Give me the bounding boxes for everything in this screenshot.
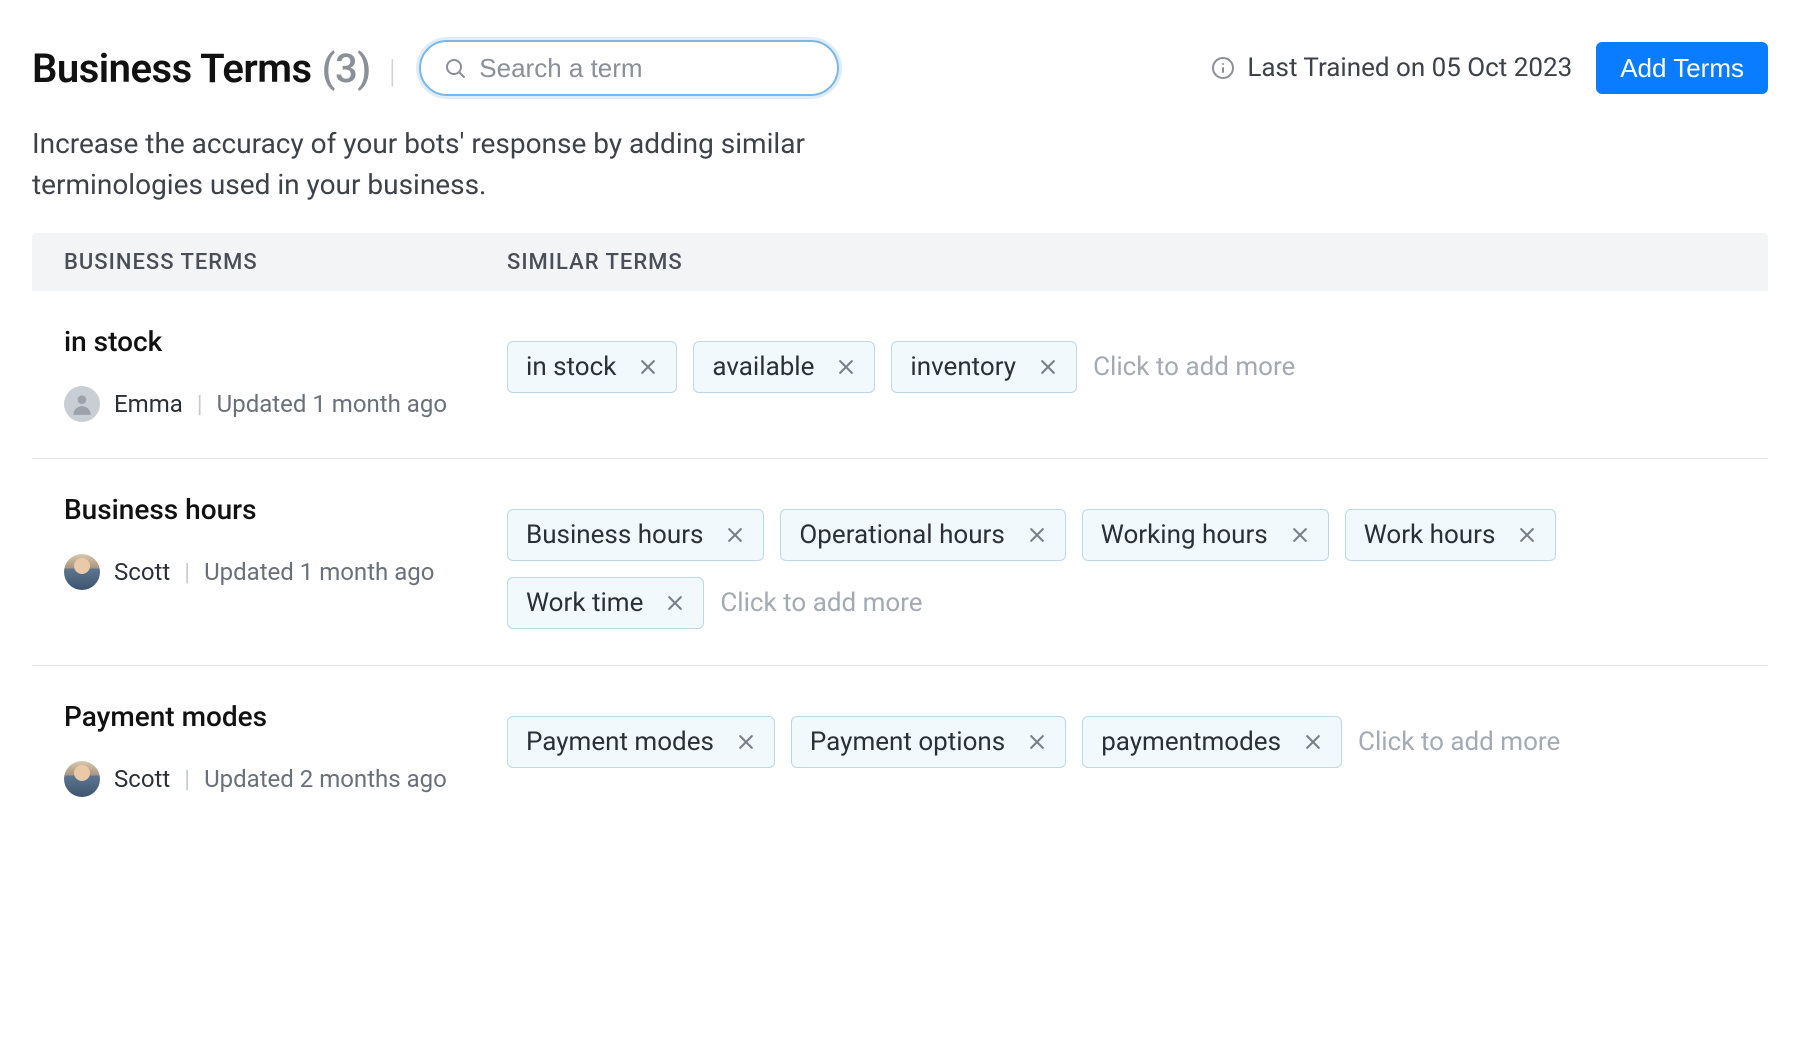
terms-list: in stockEmma|Updated 1 month agoin stock… <box>32 291 1768 833</box>
add-more-placeholder[interactable]: Click to add more <box>1358 727 1560 757</box>
close-icon[interactable] <box>1038 357 1058 377</box>
user-icon <box>69 391 95 417</box>
page-title-count: (3) <box>322 45 371 92</box>
meta-separator: | <box>184 765 190 793</box>
close-icon[interactable] <box>725 525 745 545</box>
last-trained-text: Last Trained on 05 Oct 2023 <box>1247 53 1572 83</box>
term-name: in stock <box>64 325 507 358</box>
term-tag-label: Payment options <box>810 727 1005 757</box>
search-input[interactable] <box>479 53 815 84</box>
table-header: BUSINESS TERMS SIMILAR TERMS <box>32 233 1768 291</box>
term-tag[interactable]: Business hours <box>507 509 764 561</box>
similar-terms-cell: Payment modes Payment options paymentmodes… <box>507 700 1768 768</box>
column-similar-terms: SIMILAR TERMS <box>507 250 1768 275</box>
term-tag-label: Payment modes <box>526 727 714 757</box>
close-icon[interactable] <box>1517 525 1537 545</box>
close-icon[interactable] <box>665 593 685 613</box>
avatar <box>64 386 100 422</box>
term-tag[interactable]: inventory <box>891 341 1077 393</box>
page-header: Business Terms (3) | Last Trained on 05 … <box>32 40 1768 96</box>
term-tag[interactable]: paymentmodes <box>1082 716 1342 768</box>
term-name: Payment modes <box>64 700 507 733</box>
page-title: Business Terms (3) | <box>32 45 395 92</box>
page-title-text: Business Terms <box>32 45 312 92</box>
term-tag-label: Work time <box>526 588 643 618</box>
close-icon[interactable] <box>1027 525 1047 545</box>
updated-label: Updated 2 months ago <box>204 765 447 793</box>
term-cell: Payment modes Scott | Updated 2 months ago <box>32 700 507 797</box>
table-row: Business hoursScott|Updated 1 month agoB… <box>32 459 1768 666</box>
page-description: Increase the accuracy of your bots' resp… <box>32 124 852 205</box>
similar-terms-cell: Business hours Operational hours Working h… <box>507 493 1768 629</box>
term-cell: Business hours Scott | Updated 1 month ago <box>32 493 507 590</box>
term-cell: in stock Emma | Updated 1 month ago <box>32 325 507 422</box>
search-icon <box>443 56 467 80</box>
term-tag[interactable]: Work time <box>507 577 704 629</box>
table-row: in stockEmma|Updated 1 month agoin stock… <box>32 291 1768 459</box>
avatar <box>64 554 100 590</box>
term-tag[interactable]: available <box>693 341 875 393</box>
term-tag-label: Work hours <box>1364 520 1496 550</box>
add-terms-button[interactable]: Add Terms <box>1596 42 1768 94</box>
title-separator: | <box>389 52 396 90</box>
term-tag[interactable]: Payment modes <box>507 716 775 768</box>
close-icon[interactable] <box>836 357 856 377</box>
add-more-placeholder[interactable]: Click to add more <box>720 588 922 618</box>
similar-terms-cell: in stock available inventory Click to add m… <box>507 325 1768 393</box>
info-icon <box>1211 56 1235 80</box>
search-field[interactable] <box>419 40 839 96</box>
meta-separator: | <box>184 558 190 586</box>
updated-label: Updated 1 month ago <box>217 390 447 418</box>
term-tag-label: available <box>712 352 814 382</box>
author-name: Scott <box>114 765 170 793</box>
close-icon[interactable] <box>1027 732 1047 752</box>
add-more-placeholder[interactable]: Click to add more <box>1093 352 1295 382</box>
column-business-terms: BUSINESS TERMS <box>32 250 507 275</box>
author-name: Emma <box>114 390 183 418</box>
close-icon[interactable] <box>638 357 658 377</box>
term-tag-label: in stock <box>526 352 616 382</box>
table-row: Payment modesScott|Updated 2 months agoP… <box>32 666 1768 833</box>
term-tag-label: paymentmodes <box>1101 727 1281 757</box>
term-tag[interactable]: Payment options <box>791 716 1066 768</box>
term-tag[interactable]: Working hours <box>1082 509 1329 561</box>
meta-separator: | <box>197 390 203 418</box>
term-name: Business hours <box>64 493 507 526</box>
author-name: Scott <box>114 558 170 586</box>
close-icon[interactable] <box>1290 525 1310 545</box>
close-icon[interactable] <box>1303 732 1323 752</box>
term-tag-label: inventory <box>910 352 1016 382</box>
term-tag-label: Working hours <box>1101 520 1268 550</box>
term-tag[interactable]: Work hours <box>1345 509 1557 561</box>
term-tag-label: Business hours <box>526 520 703 550</box>
term-meta: Scott | Updated 1 month ago <box>64 554 507 590</box>
avatar <box>64 761 100 797</box>
term-tag-label: Operational hours <box>799 520 1004 550</box>
last-trained-label: Last Trained on 05 Oct 2023 <box>1211 53 1572 83</box>
updated-label: Updated 1 month ago <box>204 558 434 586</box>
term-tag[interactable]: in stock <box>507 341 677 393</box>
term-meta: Scott | Updated 2 months ago <box>64 761 507 797</box>
close-icon[interactable] <box>736 732 756 752</box>
term-meta: Emma | Updated 1 month ago <box>64 386 507 422</box>
term-tag[interactable]: Operational hours <box>780 509 1065 561</box>
